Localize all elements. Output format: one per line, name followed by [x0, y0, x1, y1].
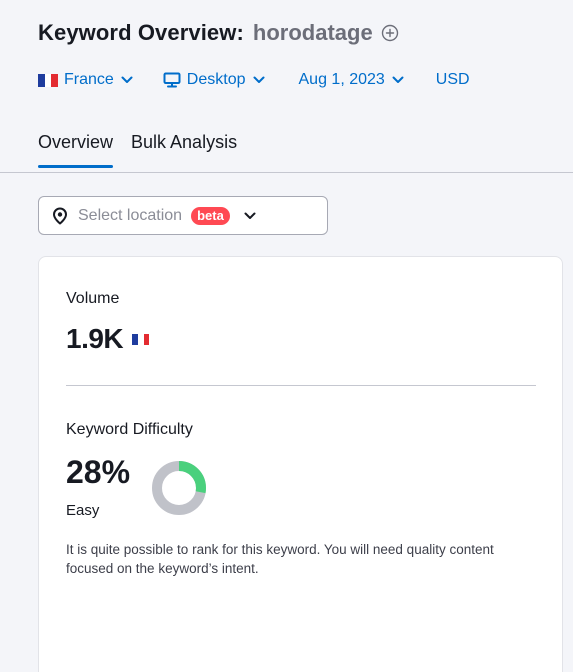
- difficulty-description: It is quite possible to rank for this ke…: [66, 542, 494, 576]
- difficulty-value: 28%: [66, 454, 131, 490]
- beta-badge: beta: [191, 206, 230, 225]
- keyword-metrics-card: Volume 1.9K Keyword Difficulty 28% Easy …: [38, 256, 563, 672]
- tab-bulk-analysis[interactable]: Bulk Analysis: [131, 132, 237, 167]
- page-title: Keyword Overview: horodatage: [38, 20, 399, 46]
- volume-label: Volume: [66, 290, 120, 307]
- currency-selector[interactable]: USD: [436, 71, 470, 89]
- device-selector[interactable]: Desktop: [163, 71, 265, 89]
- country-label: France: [64, 71, 114, 88]
- monitor-icon: [163, 72, 181, 88]
- chevron-down-icon: [244, 212, 256, 220]
- tabs-divider: [0, 172, 573, 173]
- keyword-name: horodatage: [252, 20, 373, 45]
- card-divider: [66, 385, 536, 386]
- chevron-down-icon: [121, 76, 133, 84]
- filter-bar: France Desktop Aug 1, 2023 USD: [38, 69, 470, 91]
- france-flag-icon: [38, 73, 59, 87]
- currency-label: USD: [435, 71, 470, 88]
- page-header: Keyword Overview: horodatage France Desk…: [0, 0, 573, 172]
- volume-value: 1.9K: [66, 323, 124, 354]
- volume-row: 1.9K: [66, 323, 150, 355]
- difficulty-level: Easy: [66, 502, 100, 519]
- chevron-down-icon: [253, 76, 265, 84]
- page-title-label: Keyword Overview:: [38, 20, 244, 45]
- difficulty-label: Keyword Difficulty: [66, 421, 193, 438]
- plus-circle-icon[interactable]: [381, 24, 399, 42]
- difficulty-donut: [152, 461, 206, 515]
- tab-overview[interactable]: Overview: [38, 132, 114, 168]
- map-pin-icon: [52, 207, 68, 225]
- country-selector[interactable]: France: [38, 71, 133, 89]
- france-flag-icon: [132, 333, 150, 345]
- device-label: Desktop: [186, 71, 246, 88]
- location-select[interactable]: Select location beta: [38, 196, 328, 235]
- chevron-down-icon: [392, 76, 404, 84]
- date-label: Aug 1, 2023: [298, 71, 385, 88]
- tab-bar: Overview Bulk Analysis: [38, 132, 237, 168]
- date-selector[interactable]: Aug 1, 2023: [299, 71, 404, 89]
- location-placeholder: Select location: [78, 206, 183, 224]
